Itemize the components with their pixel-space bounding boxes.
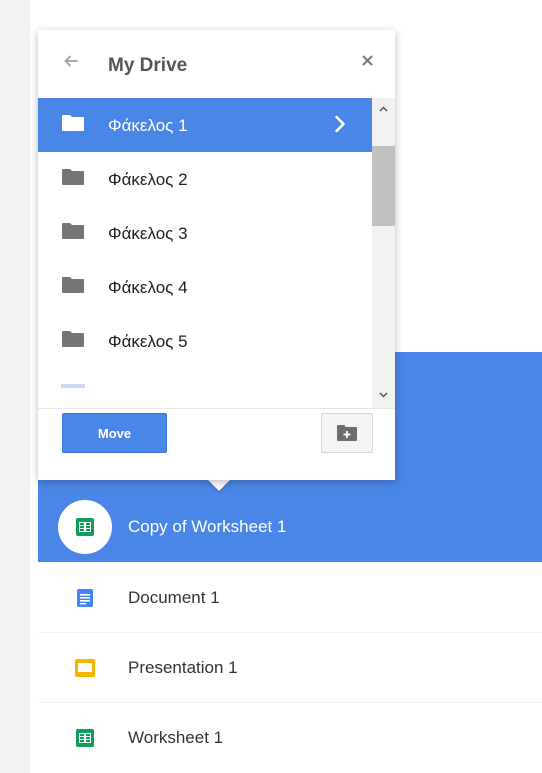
folder-item-4[interactable]: Φάκελος 4 [38,260,372,314]
file-row-worksheet-1[interactable]: Worksheet 1 [38,703,542,773]
scroll-thumb[interactable] [372,146,395,226]
chevron-up-icon [379,106,388,112]
folder-label: Φάκελος 1 [108,116,188,135]
new-folder-button[interactable] [321,413,373,453]
folder-list-scrollbar[interactable] [372,98,395,408]
scroll-down-button[interactable] [378,390,389,400]
sheets-icon [76,518,94,536]
folder-label: Φάκελος 4 [108,278,188,297]
move-button[interactable]: Move [62,413,167,453]
partial-file-icon [61,384,85,388]
file-icon-wrap [58,500,112,554]
file-label: Presentation 1 [128,658,238,677]
chevron-right-icon[interactable] [334,115,346,133]
file-icon-wrap [58,571,112,625]
folder-list: Φάκελος 1 Φάκελος 2 Φάκελος 3 Φάκελος 4 [38,98,372,408]
dialog-pointer [208,480,230,491]
folder-item-2[interactable]: Φάκελος 2 [38,152,372,206]
move-dialog: My Drive Φάκελος 1 Φάκελος 2 Φάκελος 3 Φ… [38,30,395,480]
folder-icon [62,169,84,185]
slides-icon [75,659,95,677]
file-label: Worksheet 1 [128,728,224,747]
back-button[interactable] [58,48,84,74]
file-icon-wrap [58,711,112,765]
folder-label: Φάκελος 2 [108,170,188,189]
folder-item-5[interactable]: Φάκελος 5 [38,314,372,368]
file-row-document-1[interactable]: Document 1 [38,563,542,633]
folder-item-1[interactable]: Φάκελος 1 [38,98,372,152]
folder-icon [62,115,84,131]
folder-label: Φάκελος 3 [108,224,188,243]
folder-icon [62,331,84,347]
new-folder-icon [337,425,357,441]
folder-icon [62,223,84,239]
scroll-up-button[interactable] [378,104,389,114]
file-row-copy-of-worksheet-1[interactable]: Copy of Worksheet 1 [38,492,542,562]
file-label: Copy of Worksheet 1 [128,517,287,536]
dialog-title: My Drive [108,55,188,76]
arrow-left-icon [64,55,78,67]
file-row-presentation-1[interactable]: Presentation 1 [38,633,542,703]
docs-icon [77,589,93,607]
page-edge [0,0,30,773]
sheets-icon [76,729,94,747]
file-icon-wrap [58,641,112,695]
folder-label: Φάκελος 5 [108,332,188,351]
dialog-header: My Drive [38,30,395,98]
chevron-down-icon [379,392,388,398]
close-button[interactable] [356,49,378,71]
close-icon [362,55,372,65]
folder-icon [62,277,84,293]
folder-item-3[interactable]: Φάκελος 3 [38,206,372,260]
file-label: Document 1 [128,588,220,607]
